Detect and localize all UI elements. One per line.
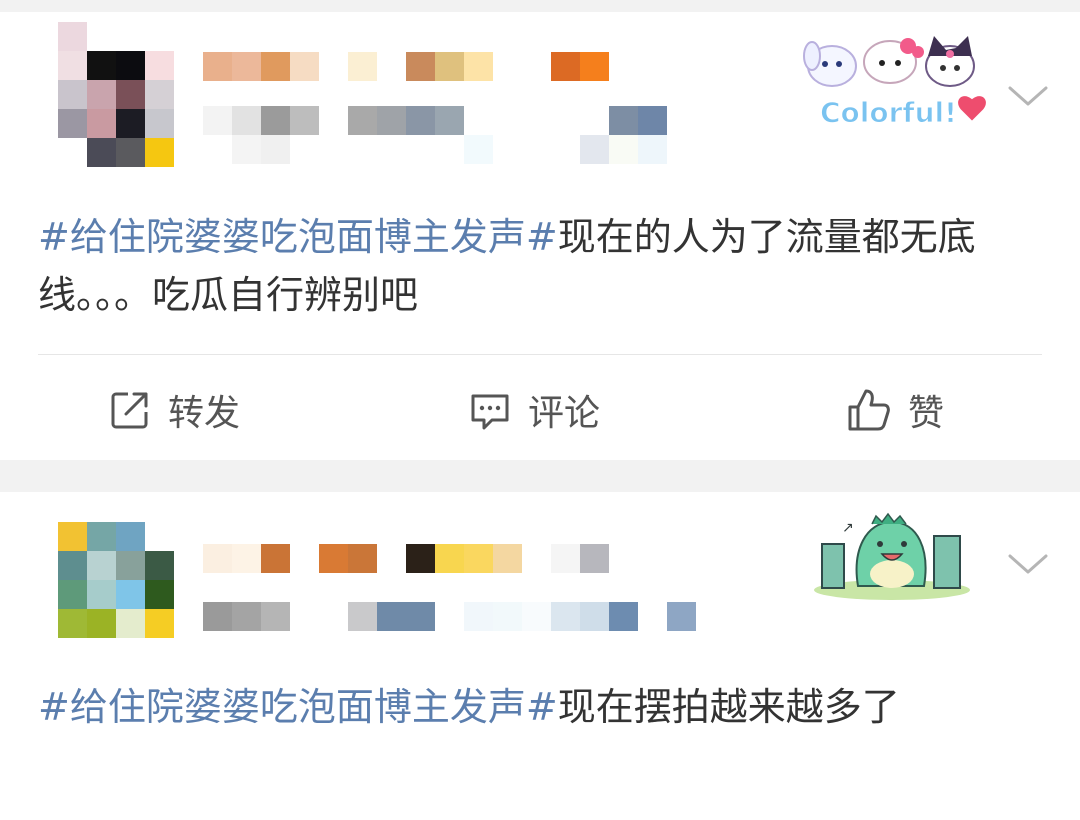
chevron-down-icon[interactable] <box>1006 550 1050 578</box>
comment-label: 评论 <box>528 393 601 434</box>
hashtag-link[interactable]: #给住院婆婆吃泡面博主发声# <box>38 215 558 259</box>
comment-button[interactable]: 评论 <box>468 382 600 438</box>
post-text: #给住院婆婆吃泡面博主发声#现在摆拍越来越多了 <box>38 678 1040 736</box>
svg-text:↗: ↗ <box>842 520 854 536</box>
repost-label: 转发 <box>168 393 241 434</box>
post-text: #给住院婆婆吃泡面博主发声#现在的人为了流量都无底线。。。吃瓜自行辨别吧 <box>38 208 1040 324</box>
divider <box>38 354 1042 355</box>
like-button[interactable]: 赞 <box>846 382 944 438</box>
post-card-2: ↗ #给住院婆婆吃泡面博主发声#现在摆拍越来越多了 <box>0 492 1080 820</box>
sticker-text: Colorful! <box>820 96 957 129</box>
like-icon <box>848 389 890 431</box>
username[interactable] <box>203 544 609 573</box>
repost-button[interactable]: 转发 <box>108 382 240 438</box>
post-meta <box>203 106 667 164</box>
avatar[interactable] <box>58 522 174 638</box>
comment-icon <box>471 394 509 430</box>
chevron-down-icon[interactable] <box>1006 82 1050 110</box>
hello-kitty-colorful-sticker: Colorful! <box>803 36 988 130</box>
username[interactable] <box>203 52 609 81</box>
post-meta <box>203 602 696 631</box>
green-dinosaur-sticker: ↗ <box>814 512 970 600</box>
post-content: 现在摆拍越来越多了 <box>557 685 900 729</box>
hashtag-link[interactable]: #给住院婆婆吃泡面博主发声# <box>38 685 558 729</box>
like-label: 赞 <box>908 393 945 434</box>
post-card-1: Colorful! #给住院婆婆吃泡面博主发声#现在的人为了流量都无底线。。。吃… <box>0 12 1080 460</box>
repost-icon <box>111 392 148 429</box>
avatar[interactable] <box>58 22 174 167</box>
